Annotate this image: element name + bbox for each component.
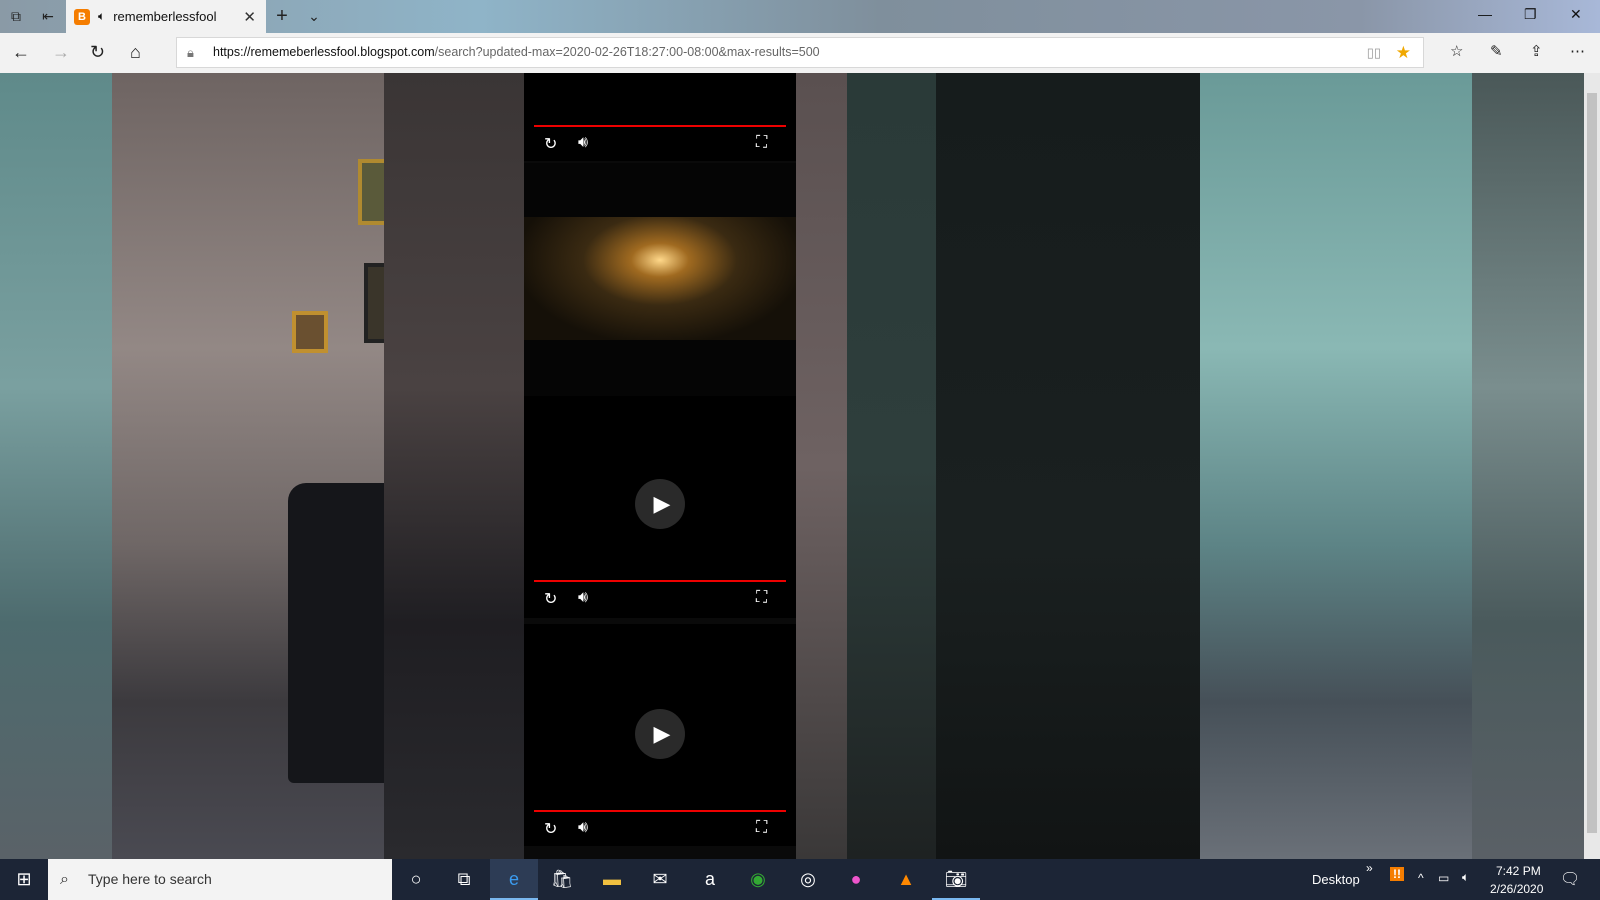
restore-button[interactable]: ❐ — [1524, 6, 1537, 23]
forward-button[interactable]: → — [52, 42, 70, 63]
url-path: /search?updated-max=2020-02-26T18:27:00-… — [434, 45, 820, 59]
video-player-4[interactable]: ▶ ↻ 🔊︎ ⛶ — [524, 624, 796, 846]
background-panel — [1200, 73, 1472, 859]
vertical-scrollbar[interactable] — [1584, 73, 1600, 859]
notification-app-icon[interactable]: !! — [1390, 867, 1404, 881]
address-bar-row: ← → ↻ ⌂ 🔒︎ https://rememeberlessfool.blo… — [0, 33, 1600, 73]
camera-icon[interactable]: 📷︎ — [932, 859, 980, 900]
amazon-icon[interactable]: a — [686, 859, 734, 900]
clock-date[interactable]: 2/26/2020 — [1490, 882, 1543, 896]
play-button[interactable]: ▶ — [635, 709, 685, 759]
reading-view-icon[interactable]: ▯▯ — [1367, 38, 1381, 67]
share-icon[interactable]: ⇪ — [1530, 42, 1543, 60]
new-tab-button[interactable]: + — [272, 6, 292, 26]
refresh-button[interactable]: ↻ — [90, 42, 105, 63]
minimize-button[interactable]: — — [1478, 6, 1492, 22]
volume-tray-icon[interactable]: 🔈︎ — [1462, 870, 1469, 885]
fullscreen-icon[interactable]: ⛶ — [756, 589, 767, 607]
blogger-icon: B — [74, 8, 90, 25]
scrollbar-thumb[interactable] — [1587, 93, 1597, 833]
video-player-3[interactable]: ▶ ↻ 🔊︎ ⛶ — [524, 396, 796, 618]
task-view-icon[interactable]: ⧉ — [440, 859, 488, 900]
replay-icon[interactable]: ↻ — [544, 134, 557, 154]
tab-title: rememberlessfool — [113, 9, 217, 24]
color-app-icon[interactable]: ● — [832, 859, 880, 900]
volume-icon[interactable]: 🔊︎ — [578, 134, 588, 152]
progress-bar[interactable] — [534, 580, 786, 582]
search-icon: ⌕ — [60, 871, 69, 888]
action-center-icon[interactable]: 🗨︎ — [1560, 869, 1580, 889]
volume-icon[interactable]: 🔊︎ — [578, 589, 588, 607]
tab-sets-icon[interactable]: ⧉ — [6, 6, 26, 26]
favorite-star-icon[interactable]: ★ — [1396, 38, 1411, 67]
video-player-1[interactable]: ↻ 🔊︎ ⛶ — [524, 73, 796, 161]
progress-bar[interactable] — [534, 810, 786, 812]
background-panel — [0, 73, 112, 859]
mail-icon[interactable]: ✉ — [636, 859, 684, 900]
windows-start-icon[interactable]: ⊞ — [0, 859, 48, 900]
file-explorer-icon[interactable]: ▬ — [588, 859, 636, 900]
search-placeholder: Type here to search — [88, 871, 212, 887]
lock-icon: 🔒︎ — [187, 45, 194, 60]
url-host: https://rememeberlessfool.blogspot.com — [213, 45, 435, 59]
battery-icon[interactable]: ▭ — [1438, 871, 1449, 885]
background-panel — [936, 73, 1200, 859]
video-controls: ↻ 🔊︎ ⛶ — [524, 813, 796, 843]
desktop-toolbar-label[interactable]: Desktop — [1312, 872, 1360, 887]
vlc-icon[interactable]: ▲ — [882, 859, 930, 900]
speaker-icon[interactable]: 🔈︎ — [98, 9, 105, 24]
back-button[interactable]: ← — [12, 42, 30, 63]
background-panel — [796, 73, 847, 859]
cortana-icon[interactable]: ○ — [392, 859, 440, 900]
tab-preview-chevron-icon[interactable]: ⌄ — [304, 6, 324, 26]
show-hidden-icons[interactable]: ^ — [1418, 871, 1424, 885]
picture-frame — [292, 311, 328, 353]
close-tab-icon[interactable]: ✕ — [243, 8, 256, 26]
background-panel — [847, 73, 936, 859]
page-content: ↻ 🔊︎ ⛶ ▶ ↻ 🔊︎ ⛶ ▶ ↻ 🔊︎ ⛶ — [0, 73, 1584, 859]
replay-icon[interactable]: ↻ — [544, 819, 557, 839]
store-icon[interactable]: 🛍︎ — [538, 859, 586, 900]
taskbar: ⊞ ⌕ Type here to search ○ ⧉ e 🛍︎ ▬ ✉ a ◉ … — [0, 859, 1600, 900]
play-button[interactable]: ▶ — [635, 479, 685, 529]
tab-rememberlessfool[interactable]: B 🔈︎ rememberlessfool ✕ — [66, 0, 266, 33]
more-icon[interactable]: ⋯ — [1570, 42, 1585, 60]
tab-bar: ⧉ ⇤ B 🔈︎ rememberlessfool ✕ + ⌄ — ❐ ✕ — [0, 0, 1600, 33]
favorites-icon[interactable]: ☆ — [1450, 42, 1463, 60]
tripadvisor-icon[interactable]: ◉ — [734, 859, 782, 900]
video-column: ↻ 🔊︎ ⛶ ▶ ↻ 🔊︎ ⛶ ▶ ↻ 🔊︎ ⛶ — [524, 73, 796, 859]
background-panel — [112, 73, 468, 859]
progress-bar[interactable] — [534, 125, 786, 127]
url-field[interactable]: 🔒︎ https://rememeberlessfool.blogspot.co… — [176, 37, 1424, 68]
clock-time[interactable]: 7:42 PM — [1496, 864, 1541, 878]
close-window-button[interactable]: ✕ — [1570, 6, 1582, 23]
volume-icon[interactable]: 🔊︎ — [578, 819, 588, 837]
replay-icon[interactable]: ↻ — [544, 589, 557, 609]
home-button[interactable]: ⌂ — [130, 42, 141, 63]
set-aside-tabs-icon[interactable]: ⇤ — [38, 6, 58, 26]
fullscreen-icon[interactable]: ⛶ — [756, 819, 767, 837]
camera-app-icon[interactable]: ◎ — [784, 859, 832, 900]
edge-icon[interactable]: e — [490, 859, 538, 900]
taskbar-search[interactable]: ⌕ Type here to search — [48, 859, 392, 900]
video-controls: ↻ 🔊︎ ⛶ — [524, 583, 796, 613]
background-panel — [384, 73, 524, 859]
toolbar-expand-icon[interactable]: » — [1366, 861, 1373, 875]
notes-pen-icon[interactable]: ✎ — [1490, 42, 1503, 60]
video-thumbnail[interactable] — [524, 217, 796, 340]
video-controls: ↻ 🔊︎ ⛶ — [524, 128, 796, 158]
background-panel — [1472, 73, 1584, 859]
fullscreen-icon[interactable]: ⛶ — [756, 134, 767, 152]
